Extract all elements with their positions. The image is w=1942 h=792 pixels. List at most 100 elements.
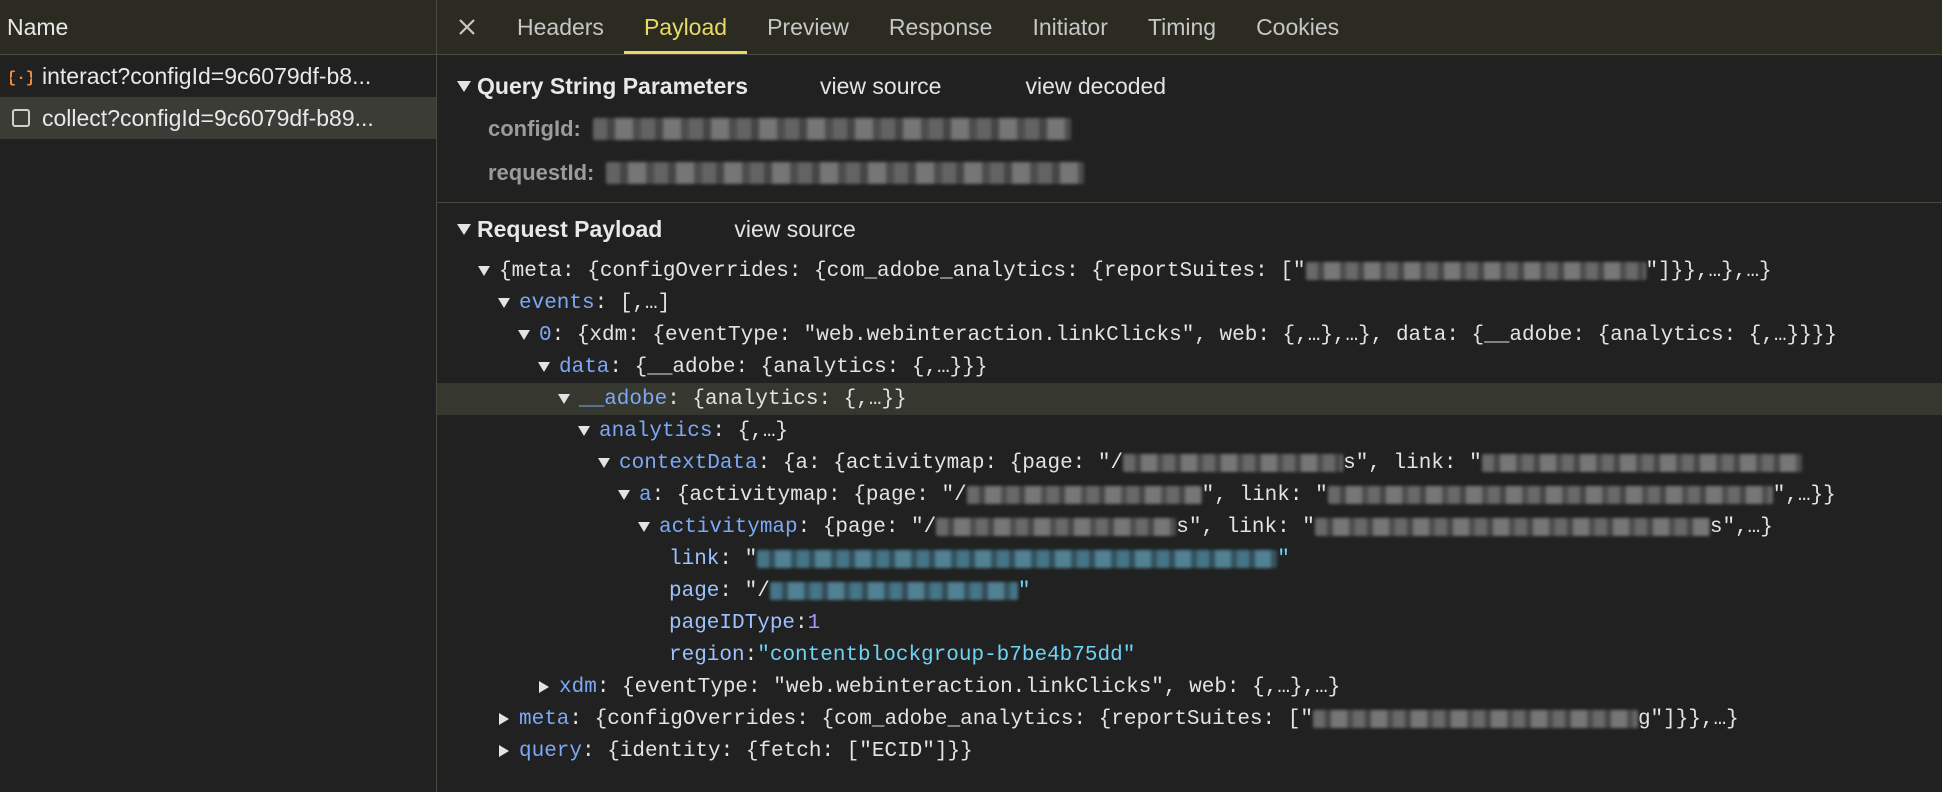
tree-row-event-0[interactable]: 0 : {xdm: {eventType: "web.webinteractio… (437, 319, 1942, 351)
tree-row-pageidtype[interactable]: pageIDType : 1 (437, 607, 1942, 639)
tree-row-link[interactable]: link : " " (437, 543, 1942, 575)
tree-key: link (669, 547, 720, 571)
redacted-value (936, 518, 1177, 536)
request-row-interact[interactable]: {·} interact?configId=9c6079df-b8... (0, 55, 436, 97)
tab-preview[interactable]: Preview (747, 0, 869, 54)
tab-response[interactable]: Response (869, 0, 1013, 54)
payload-tree: {meta: {configOverrides: {com_adobe_anal… (437, 255, 1942, 767)
request-name: collect?configId=9c6079df-b89... (42, 104, 374, 131)
tree-row-meta[interactable]: meta : {configOverrides: {com_adobe_anal… (437, 703, 1942, 735)
tree-row-data[interactable]: data : {__adobe: {analytics: {,…}}} (437, 351, 1942, 383)
tree-key: events (519, 291, 595, 315)
collapse-triangle-icon (598, 458, 610, 468)
tree-row-contextdata[interactable]: contextData : {a: {activitymap: {page: "… (437, 447, 1942, 479)
name-column-header[interactable]: Name (0, 0, 436, 55)
collapse-triangle-icon (618, 490, 630, 500)
view-decoded-link[interactable]: view decoded (1025, 73, 1166, 100)
tree-key: contextData (619, 451, 758, 475)
expand-triangle-icon (457, 80, 471, 92)
tree-row-events[interactable]: events : [,…] (437, 287, 1942, 319)
collapse-triangle-icon (558, 394, 570, 404)
expand-triangle-icon (539, 681, 549, 693)
expand-triangle-icon (499, 745, 509, 757)
tree-value: : {a: {activitymap: {page: "/ (757, 451, 1124, 475)
expand-triangle-icon (457, 223, 471, 235)
tree-key: a (639, 483, 652, 507)
tree-value: : [,…] (594, 291, 671, 315)
tree-value: : {eventType: "web.webinteraction.linkCl… (596, 675, 1341, 699)
redacted-value (1481, 454, 1802, 472)
param-key: requestId: (488, 160, 595, 185)
name-column-label: Name (7, 13, 69, 40)
tree-row-activitymap[interactable]: activitymap : {page: "/ s", link: " s",…… (437, 511, 1942, 543)
close-details-button[interactable] (437, 0, 497, 54)
tree-punct: " (1017, 579, 1031, 603)
svg-text:{·}: {·} (10, 69, 32, 87)
redacted-value (592, 118, 1071, 140)
json-braces-icon: {·} (8, 63, 34, 89)
tree-value: s", link: " (1343, 451, 1482, 475)
tree-row-query[interactable]: query : {identity: {fetch: ["ECID"]}} (437, 735, 1942, 767)
collapse-triangle-icon (498, 298, 510, 308)
tree-key: pageIDType (669, 611, 796, 635)
view-source-link[interactable]: view source (820, 73, 941, 100)
devtools-network-panel: Name {·} interact?configId=9c6079df-b8..… (0, 0, 1942, 792)
tree-row-page[interactable]: page : "/ " (437, 575, 1942, 607)
tab-initiator[interactable]: Initiator (1012, 0, 1127, 54)
tree-value: {meta: {configOverrides: {com_adobe_anal… (499, 259, 1306, 283)
request-details-pane: Headers Payload Preview Response Initiat… (437, 0, 1942, 792)
request-name: interact?configId=9c6079df-b8... (42, 62, 372, 89)
tree-punct: " (1277, 547, 1290, 571)
tree-string-value: "contentblockgroup-b7be4b75dd" (757, 643, 1136, 667)
collapse-triangle-icon (518, 330, 530, 340)
tree-row-adobe[interactable]: __adobe : {analytics: {,…}} (437, 383, 1942, 415)
collapse-triangle-icon (538, 362, 550, 372)
tree-row-xdm[interactable]: xdm : {eventType: "web.webinteraction.li… (437, 671, 1942, 703)
close-icon (459, 19, 475, 35)
param-key: configId: (488, 116, 581, 141)
tree-value: g"]}},…} (1637, 707, 1739, 731)
tree-key: page (669, 579, 720, 603)
tree-key: __adobe (579, 387, 668, 411)
tree-punct: : "/ (719, 579, 770, 603)
tree-row-region[interactable]: region : "contentblockgroup-b7be4b75dd" (437, 639, 1942, 671)
tree-value: s",…} (1709, 515, 1773, 539)
tree-key: xdm (559, 675, 597, 699)
tree-row-analytics[interactable]: analytics : {,…} (437, 415, 1942, 447)
redacted-value (769, 582, 1018, 600)
redacted-value (606, 162, 1085, 184)
checkbox-icon (8, 105, 34, 131)
request-row-collect[interactable]: collect?configId=9c6079df-b89... (0, 97, 436, 139)
tree-value: : {__adobe: {analytics: {,…}}} (609, 355, 988, 379)
tree-value: : {activitymap: {page: "/ (651, 483, 967, 507)
collapse-triangle-icon (578, 426, 590, 436)
tab-payload[interactable]: Payload (623, 0, 748, 54)
tree-value: ", link: " (1201, 483, 1328, 507)
tree-number-value: 1 (807, 611, 821, 635)
request-payload-title: Request Payload (477, 215, 663, 242)
query-string-title: Query String Parameters (477, 72, 749, 99)
view-source-link[interactable]: view source (734, 216, 855, 243)
request-payload-section-header[interactable]: Request Payload view source (437, 203, 1942, 255)
tree-key: region (669, 643, 745, 667)
tree-punct: : " (719, 547, 758, 571)
tab-timing[interactable]: Timing (1128, 0, 1236, 54)
tree-key: activitymap (659, 515, 798, 539)
tree-value: : {,…} (712, 419, 789, 443)
tree-value: "]}},…},…} (1645, 259, 1772, 283)
tree-value: : {identity: {fetch: ["ECID"]}} (582, 739, 973, 763)
tab-headers[interactable]: Headers (497, 0, 624, 54)
tree-value: : {xdm: {eventType: "web.webinteraction.… (551, 323, 1838, 347)
tree-key: 0 (539, 323, 552, 347)
query-param-row: requestId: (437, 151, 1942, 195)
redacted-value (1314, 518, 1710, 536)
tab-cookies[interactable]: Cookies (1236, 0, 1359, 54)
query-string-section-header[interactable]: Query String Parameters view source view… (437, 65, 1942, 107)
tree-value: : {page: "/ (797, 515, 937, 539)
tree-value: s", link: " (1176, 515, 1315, 539)
query-param-row: configId: (437, 107, 1942, 151)
tree-row-root[interactable]: {meta: {configOverrides: {com_adobe_anal… (437, 255, 1942, 287)
tree-key: analytics (599, 419, 713, 443)
tree-row-a[interactable]: a : {activitymap: {page: "/ ", link: " "… (437, 479, 1942, 511)
tree-value: : {configOverrides: {com_adobe_analytics… (569, 707, 1313, 731)
